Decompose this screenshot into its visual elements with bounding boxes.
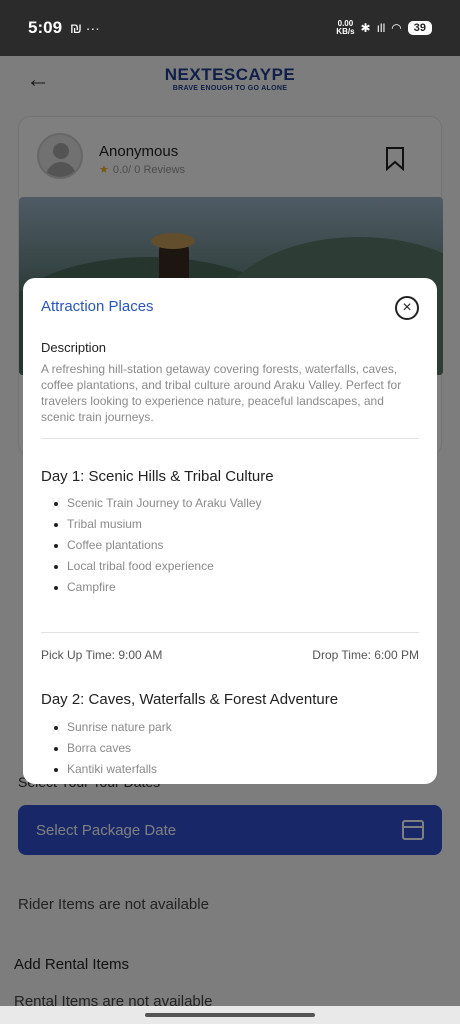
list-item: Tribal musium (54, 517, 262, 538)
list-item: Sunrise nature park (54, 720, 172, 741)
list-item: Coffee plantations (54, 538, 262, 559)
list-item: Borra caves (54, 741, 172, 762)
status-icons: 0.00 KB/s ✱ ıll ◠ 39 (336, 20, 432, 36)
network-speed: 0.00 KB/s (336, 19, 355, 36)
notification-icons: ₪ ··· (70, 20, 100, 36)
list-item: Kantiki waterfalls (54, 762, 172, 783)
clock: 5:09 (28, 18, 63, 37)
list-item: Scenic Train Journey to Araku Valley (54, 496, 262, 517)
description-text: A refreshing hill-station getaway coveri… (41, 362, 402, 424)
wifi-icon: ◠ (391, 21, 402, 35)
day-2-list: Sunrise nature park Borra caves Kantiki … (54, 720, 172, 783)
list-item: Campfire (54, 580, 262, 601)
pickup-time: Pick Up Time: 9:00 AM (41, 648, 163, 662)
divider (41, 632, 419, 633)
close-icon[interactable]: × (395, 296, 419, 320)
attraction-places-modal: Attraction Places × Description A refres… (23, 278, 437, 784)
battery-icon: 39 (407, 21, 432, 35)
home-gesture-handle[interactable] (145, 1013, 315, 1017)
drop-time: Drop Time: 6:00 PM (312, 648, 419, 662)
divider (41, 438, 419, 439)
status-bar: 5:09 ₪ ··· 0.00 KB/s ✱ ıll ◠ 39 (0, 0, 460, 56)
bluetooth-icon: ✱ (360, 21, 371, 35)
list-item: Local tribal food experience (54, 559, 262, 580)
modal-title: Attraction Places (41, 298, 154, 315)
day-1-list: Scenic Train Journey to Araku Valley Tri… (54, 496, 262, 601)
description-heading: Description (41, 340, 107, 355)
day-1-title: Day 1: Scenic Hills & Tribal Culture (41, 468, 274, 485)
day-2-title: Day 2: Caves, Waterfalls & Forest Advent… (41, 691, 339, 708)
signal-icon: ıll (376, 21, 386, 35)
